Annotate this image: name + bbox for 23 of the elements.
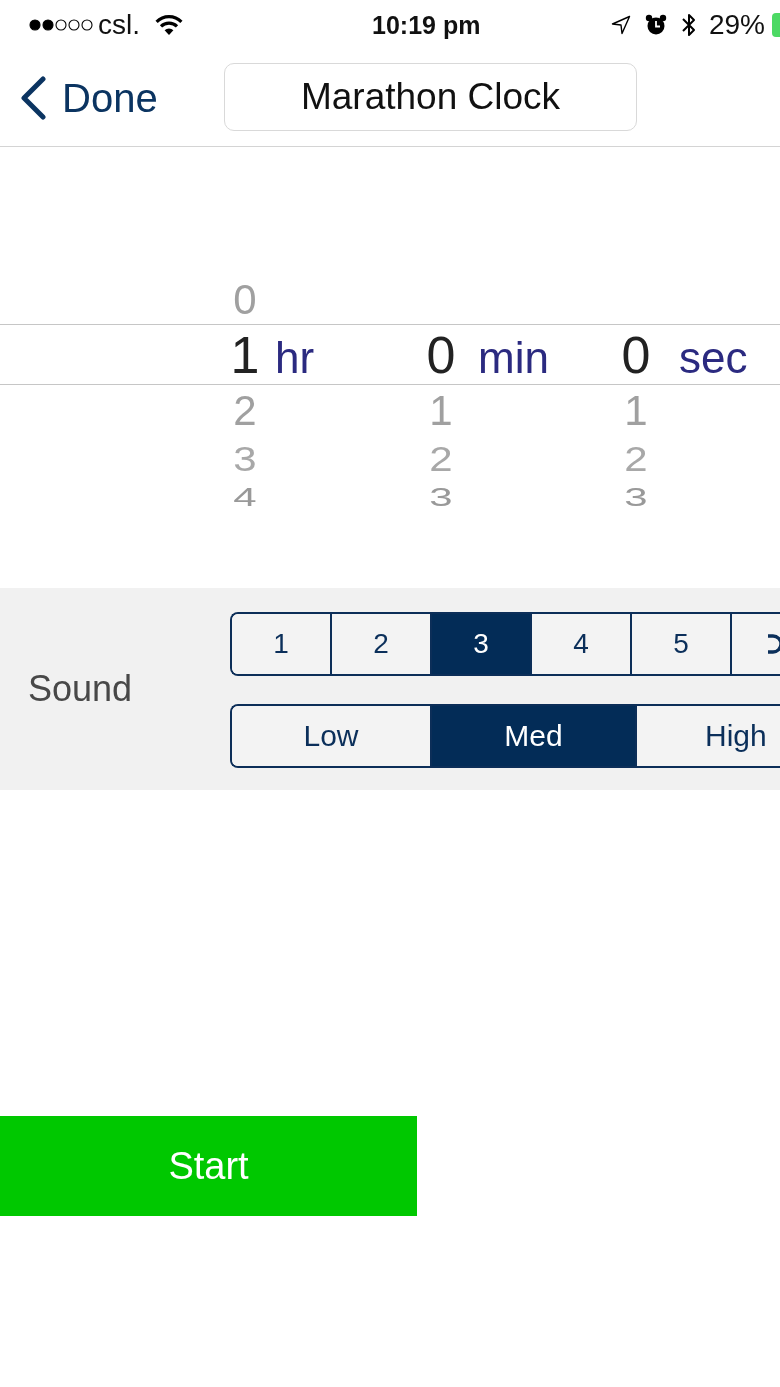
chevron-icon [19, 76, 47, 120]
picker-selected-value[interactable]: 0 [423, 328, 459, 381]
volume-segment[interactable]: Med [430, 706, 635, 766]
bracket-icon [768, 634, 780, 654]
carrier-name: csl. [98, 11, 140, 39]
picker-unit-label: sec [679, 335, 748, 380]
sound-level-segment[interactable]: 3 [430, 614, 530, 674]
title-field[interactable]: Marathon Clock [224, 63, 637, 131]
signal-strength-icon [29, 19, 93, 31]
alarm-clock-icon [644, 14, 667, 36]
bluetooth-icon [680, 11, 697, 39]
battery-percentage: 29% [708, 11, 765, 39]
picker-selected-value[interactable]: 0 [618, 328, 654, 381]
picker-selected-value[interactable]: 1 [227, 328, 263, 381]
sound-level-segment[interactable] [730, 614, 780, 674]
sound-label: Sound [28, 671, 133, 707]
battery-icon [772, 13, 780, 37]
status-time: 10:19 pm [372, 12, 481, 38]
back-button[interactable]: Done [19, 75, 158, 121]
picker-unit-label: min [478, 335, 549, 380]
location-arrow-icon [610, 15, 631, 35]
picker-unit-label: hr [275, 335, 315, 380]
wifi-icon [155, 14, 183, 36]
